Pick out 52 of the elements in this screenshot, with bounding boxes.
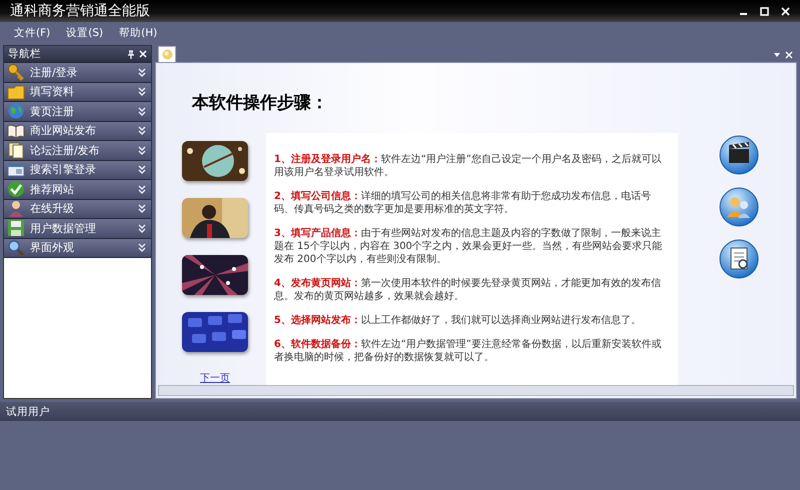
chevron-icon[interactable] (138, 87, 146, 96)
step-text: 6、软件数据备份：软件左边“用户数据管理”要注意经常备份数据，以后重新安装软件或者换电脑的时候，把备份好的数据恢复就可以了。 (274, 338, 662, 364)
step-text: 4、发布黄页网站：第一次使用本软件的时候要先登录黄页网站，才能更加有效的发布信息。发布的黄页网站越多，效果就会越好。 (274, 277, 662, 303)
nav-item[interactable]: 用户数据管理 (4, 218, 151, 238)
pin-icon[interactable] (127, 50, 135, 58)
chevron-icon[interactable] (138, 204, 146, 214)
horizontal-scrollbar[interactable] (158, 385, 794, 396)
step-text: 2、填写公司信息：详细的填写公司的相关信息将非常有助于您成功发布信息，电话号码、传真号码之类的数字更加是要用标准的英文字符。 (274, 190, 652, 216)
papers-icon (7, 141, 25, 160)
step-text: 1、注册及登录用户名：软件左边“用户注册”您自己设定一个用户名及密码，之后就可以用该用户名登录试用软件。 (274, 153, 662, 179)
close-icon[interactable] (781, 6, 790, 16)
status-text: 试用用户 (6, 404, 50, 418)
book-icon (7, 122, 25, 140)
nav-item[interactable]: 商业网站发布 (4, 120, 151, 140)
step-text: 5、选择网站发布：以上工作都做好了，我们就可以选择商业网站进行发布信息了。 (274, 314, 642, 327)
menu-item[interactable]: 设置(S) (66, 26, 104, 40)
globe-icon (7, 102, 25, 120)
window-title: 通科商务营销通全能版 (10, 2, 151, 20)
chevron-icon[interactable] (138, 106, 146, 116)
magnifier-icon (7, 238, 25, 257)
nav-item[interactable]: 在线升级 (4, 198, 151, 218)
film-icon[interactable] (719, 135, 759, 175)
chevron-icon[interactable] (138, 224, 146, 233)
person-icon (7, 200, 25, 218)
nav-item[interactable]: 界面外观 (4, 238, 151, 257)
chevron-icon[interactable] (138, 165, 146, 174)
panel-title: 导航栏 (8, 47, 42, 61)
window-icon (7, 160, 25, 179)
chevron-icon[interactable] (138, 146, 146, 155)
maximize-icon[interactable] (760, 6, 769, 16)
users-icon[interactable] (719, 187, 759, 227)
document-icon[interactable] (719, 239, 759, 279)
nav-item[interactable]: 推荐网站 (4, 179, 151, 198)
menu-item[interactable]: 文件(F) (14, 26, 50, 40)
step-text: 3、填写产品信息：由于有些网站对发布的信息主题及内容的字数做了限制，一般来说主题在 15个字以内，内容在 300个字之内，效果会更好一些。当然，有些网站会要求只能发布 200个字以内，有些则没有限制。 (274, 227, 664, 266)
nav-item[interactable]: 黄页注册 (4, 101, 151, 120)
chevron-icon[interactable] (138, 68, 146, 77)
nav-item[interactable]: 论坛注册/发布 (4, 140, 151, 160)
key-icon (7, 63, 25, 82)
menu-item[interactable]: 帮助(H) (119, 26, 158, 40)
close-icon[interactable] (139, 50, 147, 58)
chevron-icon[interactable] (138, 184, 146, 194)
chevron-icon[interactable] (138, 243, 146, 252)
folder-icon (7, 82, 25, 101)
chevron-icon[interactable] (138, 126, 146, 136)
next-page-link[interactable]: 下一页 (200, 371, 230, 385)
checkmark-icon (7, 180, 25, 198)
page-heading: 本软件操作步骤： (192, 92, 328, 114)
nav-item[interactable]: 注册/登录 (4, 62, 151, 82)
nav-item[interactable]: 搜索引擎登录 (4, 160, 151, 179)
dropdown-icon[interactable] (773, 51, 781, 59)
nav-item[interactable]: 填写资料 (4, 82, 151, 101)
